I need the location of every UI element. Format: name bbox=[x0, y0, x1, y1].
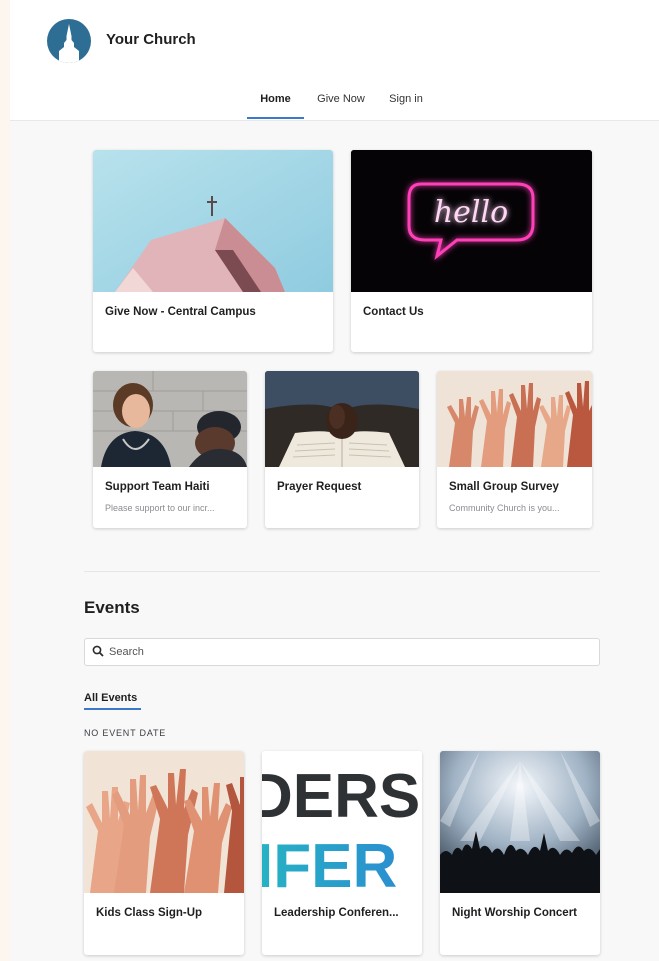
card-title: Leadership Conferen... bbox=[274, 907, 399, 919]
small-group-survey-card[interactable]: Small Group Survey Community Church is y… bbox=[437, 371, 592, 528]
card-description: Community Church is you... bbox=[449, 503, 560, 513]
section-divider bbox=[84, 571, 600, 572]
nav-home[interactable]: Home bbox=[247, 93, 304, 119]
card-title: Contact Us bbox=[363, 306, 424, 318]
site-title[interactable]: Your Church bbox=[106, 31, 196, 48]
events-heading: Events bbox=[84, 598, 140, 617]
tab-all-events[interactable]: All Events bbox=[84, 692, 137, 704]
concert-crowd-image bbox=[440, 751, 600, 893]
night-worship-concert-card[interactable]: Night Worship Concert bbox=[440, 751, 600, 955]
leadership-art-line-2: IFER bbox=[262, 832, 397, 893]
page: Your Church Home Give Now Sign in Give N… bbox=[10, 0, 659, 961]
main-nav: Home Give Now Sign in bbox=[10, 93, 659, 120]
praying-hands-bible-image bbox=[265, 371, 419, 467]
site-header: Your Church Home Give Now Sign in bbox=[10, 0, 659, 121]
church-logo-icon[interactable] bbox=[47, 19, 91, 63]
card-title: Give Now - Central Campus bbox=[105, 306, 256, 318]
contact-us-card[interactable]: hello Contact Us bbox=[351, 150, 592, 352]
nav-give-now-label: Give Now bbox=[317, 93, 365, 105]
events-search-box[interactable] bbox=[84, 638, 600, 666]
leadership-conference-card[interactable]: DERS IFER Leadership Conferen... bbox=[262, 751, 422, 955]
leadership-typography-image: DERS IFER bbox=[262, 751, 422, 893]
prayer-request-card[interactable]: Prayer Request bbox=[265, 371, 419, 528]
raised-hands-image bbox=[84, 751, 244, 893]
active-nav-indicator bbox=[247, 117, 304, 119]
nav-sign-in-label: Sign in bbox=[389, 93, 423, 105]
neon-text: hello bbox=[434, 195, 508, 230]
search-input[interactable] bbox=[107, 639, 591, 665]
search-icon bbox=[92, 645, 104, 657]
nurse-photo-image bbox=[93, 371, 247, 467]
neon-hello-sign-image: hello bbox=[351, 150, 592, 292]
card-title: Small Group Survey bbox=[449, 481, 559, 493]
card-title: Support Team Haiti bbox=[105, 481, 210, 493]
card-title: Night Worship Concert bbox=[452, 907, 578, 919]
support-team-haiti-card[interactable]: Support Team Haiti Please support to our… bbox=[93, 371, 247, 528]
card-title: Prayer Request bbox=[277, 481, 362, 493]
leadership-art-line-1: DERS bbox=[262, 762, 420, 831]
card-title: Kids Class Sign-Up bbox=[96, 907, 203, 919]
nav-give-now[interactable]: Give Now bbox=[312, 93, 370, 119]
event-date-group-label: NO EVENT DATE bbox=[84, 728, 167, 738]
nav-sign-in[interactable]: Sign in bbox=[382, 93, 430, 119]
church-steeple-image bbox=[93, 150, 333, 292]
raised-hands-image bbox=[437, 371, 592, 467]
card-description: Please support to our incr... bbox=[105, 503, 215, 513]
active-tab-indicator bbox=[84, 708, 141, 710]
kids-class-sign-up-card[interactable]: Kids Class Sign-Up bbox=[84, 751, 244, 955]
nav-home-label: Home bbox=[260, 93, 291, 105]
give-now-central-campus-card[interactable]: Give Now - Central Campus bbox=[93, 150, 333, 352]
